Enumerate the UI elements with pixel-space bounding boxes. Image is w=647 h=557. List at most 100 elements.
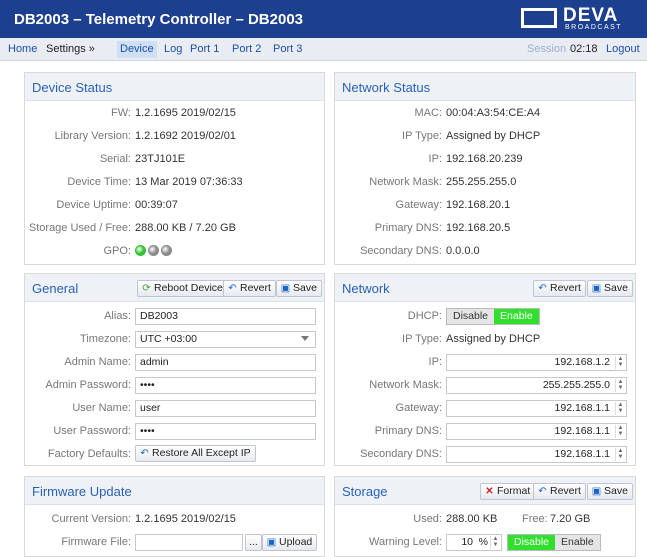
storage-disable-option[interactable]: Disable: [508, 535, 556, 550]
panel-title: Network: [342, 281, 390, 296]
gpo-led-1-icon: [135, 244, 146, 256]
ip-type-row: IP Type: Assigned by DHCP: [335, 330, 635, 350]
status-value: 192.168.20.1: [446, 199, 511, 211]
user-password-field[interactable]: ••••: [135, 423, 316, 440]
ip-row: IP: 192.168.1.2 ▲ ▼: [335, 353, 635, 373]
spinner-icon[interactable]: ▲ ▼: [615, 402, 625, 415]
nav-settings[interactable]: Settings »: [46, 43, 95, 55]
alias-field[interactable]: DB2003: [135, 308, 316, 325]
panel-title: Network Status: [342, 80, 431, 95]
spinner-icon[interactable]: ▲ ▼: [615, 448, 625, 461]
status-label: MAC:: [414, 107, 443, 119]
refresh-icon: ⟳: [142, 283, 151, 294]
user-name-label: User Name:: [72, 402, 131, 414]
upload-button[interactable]: ▣ Upload: [262, 534, 318, 551]
title-bar: DB2003 – Telemetry Controller – DB2003 D…: [0, 0, 647, 38]
spinner-icon[interactable]: ▲ ▼: [490, 536, 500, 549]
format-button[interactable]: ✕ Format: [480, 483, 536, 500]
save-button[interactable]: ▣ Save: [587, 483, 633, 500]
gpo-label: GPO:: [103, 245, 131, 257]
secondary-dns-row: Secondary DNS: 192.168.1.1 ▲ ▼: [335, 445, 635, 465]
nav-port-3[interactable]: Port 3: [273, 43, 302, 55]
admin-name-label: Admin Name:: [64, 356, 131, 368]
browse-button[interactable]: ...: [245, 534, 262, 551]
ip-field[interactable]: 192.168.1.2 ▲ ▼: [446, 354, 627, 371]
revert-button[interactable]: ↶ Revert: [223, 280, 276, 297]
panel-header: Network ↶ Revert ▣ Save: [335, 274, 635, 302]
nav-port-2[interactable]: Port 2: [232, 43, 261, 55]
nav-device[interactable]: Device: [117, 41, 157, 58]
gateway-row: Gateway: 192.168.1.1 ▲ ▼: [335, 399, 635, 419]
app-title: DB2003 – Telemetry Controller – DB2003: [14, 11, 304, 28]
storage-enable-option[interactable]: Enable: [555, 535, 600, 550]
network-mask-field[interactable]: 255.255.255.0 ▲ ▼: [446, 377, 627, 394]
nav-port-1[interactable]: Port 1: [190, 43, 219, 55]
timezone-select[interactable]: UTC +03:00: [135, 331, 316, 348]
admin-password-row: Admin Password: ••••: [25, 376, 324, 396]
firmware-file-row: Firmware File: ... ▣ Upload: [25, 533, 324, 553]
status-label: Serial:: [99, 153, 131, 165]
ip-label: IP:: [428, 356, 442, 368]
panel-header: General ⟳ Reboot Device ↶ Revert ▣ Save: [25, 274, 324, 302]
warning-level-label: Warning Level:: [369, 536, 442, 548]
nav-home[interactable]: Home: [8, 43, 37, 55]
revert-button[interactable]: ↶ Revert: [533, 483, 586, 500]
timezone-label: Timezone:: [80, 333, 131, 345]
used-label: Used:: [413, 513, 442, 525]
firmware-file-field[interactable]: [135, 534, 243, 551]
floppy-icon: ▣: [591, 486, 602, 497]
dhcp-enable-option[interactable]: Enable: [494, 309, 539, 324]
ip-type-label: IP Type:: [402, 333, 442, 345]
status-value: 0.0.0.0: [446, 245, 480, 257]
status-label: Secondary DNS:: [360, 245, 442, 257]
factory-defaults-label: Factory Defaults:: [47, 448, 131, 460]
current-version-value: 1.2.1695 2019/02/15: [135, 513, 236, 525]
status-label: Device Uptime:: [56, 199, 131, 211]
reboot-device-button[interactable]: ⟳ Reboot Device: [137, 280, 228, 297]
logout-link[interactable]: Logout: [606, 43, 640, 55]
admin-name-field[interactable]: admin: [135, 354, 316, 371]
secondary-dns-field[interactable]: 192.168.1.1 ▲ ▼: [446, 446, 627, 463]
user-name-field[interactable]: user: [135, 400, 316, 417]
warning-level-row: Warning Level: 10 % ▲ ▼ Disable Enable: [335, 533, 635, 553]
undo-icon: ↶: [538, 283, 547, 294]
status-row: Serial: 23TJ101E: [25, 150, 324, 170]
save-button[interactable]: ▣ Save: [276, 280, 322, 297]
floppy-icon: ▣: [280, 283, 291, 294]
floppy-icon: ▣: [266, 537, 277, 548]
status-value: 00:39:07: [135, 199, 178, 211]
primary-dns-field[interactable]: 192.168.1.1 ▲ ▼: [446, 423, 627, 440]
dhcp-toggle[interactable]: Disable Enable: [446, 308, 540, 325]
warning-level-field[interactable]: 10 % ▲ ▼: [446, 534, 502, 551]
dhcp-disable-option[interactable]: Disable: [447, 309, 495, 324]
network-mask-label: Network Mask:: [369, 379, 442, 391]
restore-all-except-ip-button[interactable]: ↶ Restore All Except IP: [135, 445, 256, 462]
gpo-indicators: [135, 244, 174, 256]
admin-password-field[interactable]: ••••: [135, 377, 316, 394]
dhcp-label: DHCP:: [407, 310, 442, 322]
used-value: 288.00 KB: [446, 513, 498, 525]
spinner-icon[interactable]: ▲ ▼: [615, 356, 625, 369]
network-status-panel: Network Status MAC: 00:04:A3:54:CE:A4 IP…: [334, 72, 636, 265]
free-label: Free:: [522, 513, 548, 525]
save-button[interactable]: ▣ Save: [587, 280, 633, 297]
user-password-label: User Password:: [53, 425, 131, 437]
status-label: Library Version:: [54, 130, 131, 142]
revert-button[interactable]: ↶ Revert: [533, 280, 586, 297]
device-status-panel: Device Status FW: 1.2.1695 2019/02/15 Li…: [24, 72, 325, 265]
primary-dns-label: Primary DNS:: [374, 425, 442, 437]
status-row: Device Uptime: 00:39:07: [25, 196, 324, 216]
undo-icon: ↶: [140, 448, 149, 459]
status-value: 1.2.1692 2019/02/01: [135, 130, 236, 142]
user-password-row: User Password: ••••: [25, 422, 324, 442]
spinner-icon[interactable]: ▲ ▼: [615, 425, 625, 438]
user-name-row: User Name: user: [25, 399, 324, 419]
floppy-icon: ▣: [591, 283, 602, 294]
spinner-icon[interactable]: ▲ ▼: [615, 379, 625, 392]
logo-mark-icon: [521, 8, 557, 28]
gateway-field[interactable]: 192.168.1.1 ▲ ▼: [446, 400, 627, 417]
panel-title: Device Status: [32, 80, 113, 95]
storage-warning-toggle[interactable]: Disable Enable: [507, 534, 601, 551]
nav-log[interactable]: Log: [164, 43, 182, 55]
panel-header: Firmware Update: [25, 477, 324, 505]
